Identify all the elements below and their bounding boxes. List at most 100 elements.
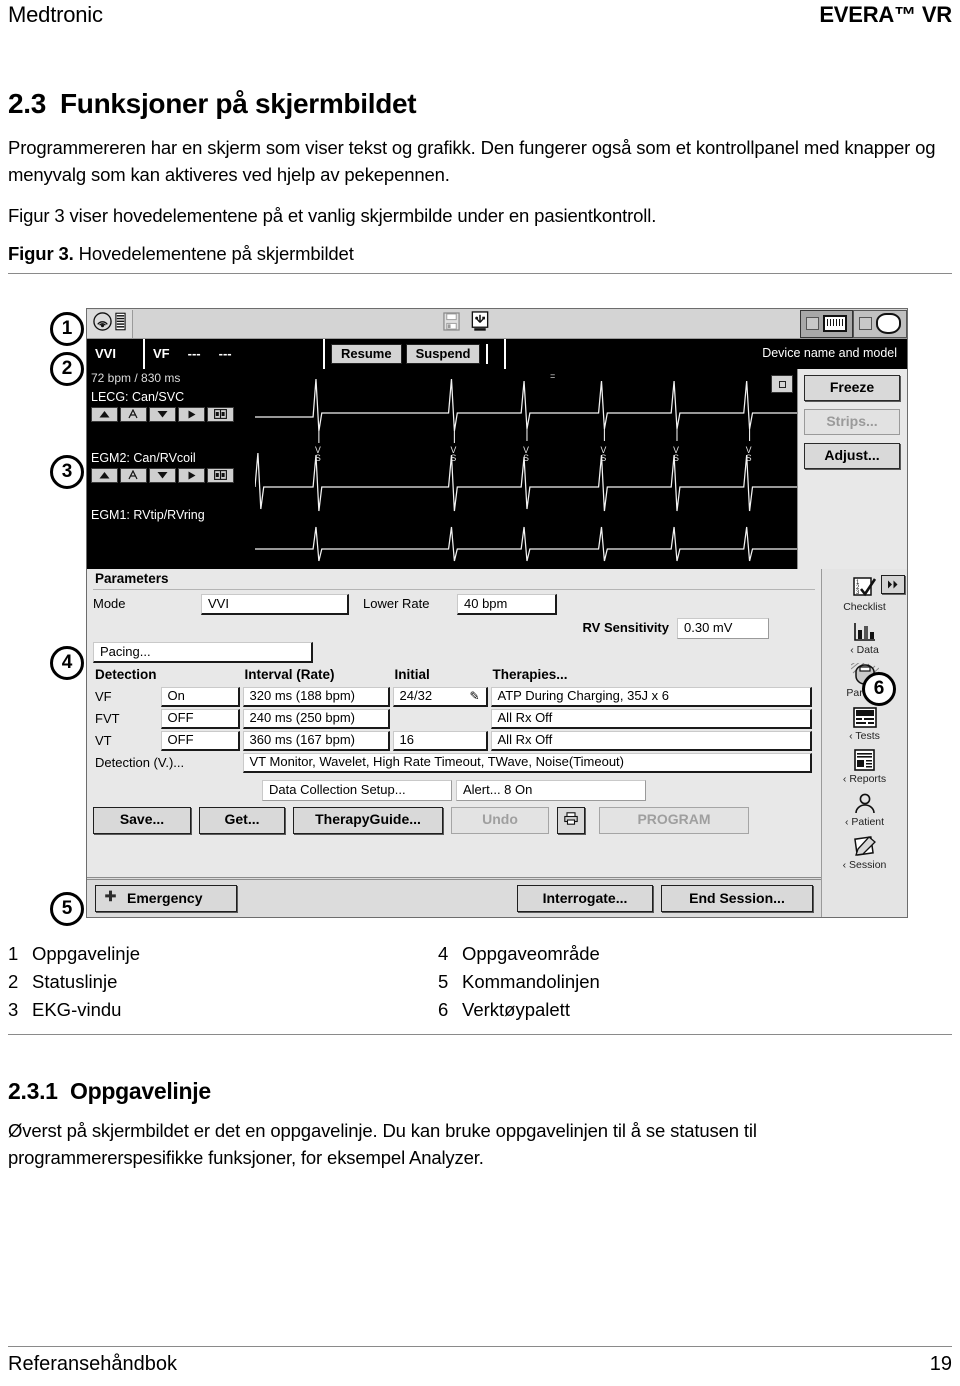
detection-header-3[interactable]: Therapies... <box>491 666 815 686</box>
palette-label-checklist: Checklist <box>843 601 886 613</box>
palette-item-patient[interactable]: ‹ Patient <box>822 790 907 828</box>
palette-label-data: ‹ Data <box>850 644 879 656</box>
legend-label: Statuslinje <box>32 971 118 992</box>
save-button[interactable]: Save... <box>93 806 191 834</box>
legend-label: Oppgaveområde <box>462 943 600 964</box>
mode-field[interactable]: VVI <box>201 593 349 615</box>
ecg-maximize-button[interactable] <box>771 375 793 393</box>
subsection-number: 2.3.1 <box>8 1078 58 1104</box>
detection-therapy-field[interactable]: ATP During Charging, 35J x 6 <box>490 686 812 707</box>
detection-interval-field[interactable]: 240 ms (250 bpm) <box>242 708 390 729</box>
auto-gain-icon[interactable] <box>120 406 147 422</box>
status-line: VVI VF --- --- Resume Suspend Device nam… <box>87 339 907 369</box>
session-pencil-icon <box>822 833 907 859</box>
palette-label-reports: ‹ Reports <box>842 773 887 785</box>
legend-item: 4 Oppgaveområde <box>438 940 868 968</box>
play-arrow-icon[interactable] <box>178 467 205 483</box>
emergency-button[interactable]: Emergency <box>95 885 237 912</box>
resume-button[interactable]: Resume <box>331 343 402 365</box>
detection-initial-field[interactable]: 16 <box>392 730 488 751</box>
palette-item-data[interactable]: ‹ Data <box>822 618 907 656</box>
interrogate-button[interactable]: Interrogate... <box>517 885 653 912</box>
detection-v-label[interactable]: Detection (V.)... <box>93 752 243 774</box>
detection-header-1: Interval (Rate) <box>244 666 335 682</box>
program-button[interactable]: PROGRAM <box>599 806 749 834</box>
telemetry-icon[interactable] <box>93 312 112 334</box>
parameters-heading: Parameters <box>95 571 169 586</box>
figure-caption-text: Hovedelementene på skjermbildet <box>78 243 354 264</box>
undo-button[interactable]: Undo <box>451 806 549 834</box>
status-detection-label: VF <box>153 345 170 361</box>
palette-item-session[interactable]: ‹ Session <box>822 833 907 871</box>
end-session-button[interactable]: End Session... <box>661 885 813 912</box>
auto-gain-icon[interactable] <box>120 467 147 483</box>
calipers-icon[interactable] <box>207 467 234 483</box>
legend-label: Kommandolinjen <box>462 971 600 992</box>
up-arrow-icon[interactable] <box>91 406 118 422</box>
page-number: 19 <box>929 1353 952 1375</box>
play-arrow-icon[interactable] <box>178 406 205 422</box>
subsection-paragraph: Øverst på skjermbildet er det en oppgave… <box>8 1120 757 1168</box>
pen-icon: ✎ <box>469 688 480 703</box>
data-collection-setup-button[interactable]: Data Collection Setup... <box>262 779 452 801</box>
freeze-button[interactable]: Freeze <box>804 375 900 401</box>
up-arrow-icon[interactable] <box>91 467 118 483</box>
device-tab[interactable] <box>853 309 907 338</box>
footer-row: Referansehåndbok 19 <box>8 1353 952 1376</box>
floppy-disk-icon[interactable] <box>443 312 460 334</box>
pacing-button[interactable]: Pacing... <box>93 641 313 663</box>
palette-next-button[interactable] <box>881 575 905 594</box>
usb-icon[interactable] <box>470 311 490 335</box>
battery-icon[interactable] <box>115 312 126 334</box>
section-number: 2.3 <box>8 88 47 119</box>
rv-sensitivity-label: RV Sensitivity <box>582 620 669 636</box>
legend-column-left: 1 Oppgavelinje 2 Statuslinje 3 EKG-vindu <box>8 940 438 1024</box>
detection-interval-field[interactable]: 320 ms (188 bpm) <box>242 686 390 707</box>
print-button[interactable] <box>557 806 585 834</box>
callout-3: 3 <box>50 455 84 489</box>
figure-caption-label: Figur 3. <box>8 243 74 264</box>
legend-label: EKG-vindu <box>32 999 122 1020</box>
mode-label: Mode <box>93 596 126 612</box>
patient-person-icon <box>822 790 907 816</box>
adjust-button[interactable]: Adjust... <box>804 443 900 469</box>
legend-item: 6 Verktøypalett <box>438 996 868 1024</box>
calipers-icon[interactable] <box>207 406 234 422</box>
suspend-button[interactable]: Suspend <box>405 343 481 365</box>
legend-number: 6 <box>438 999 449 1020</box>
detection-onoff-field[interactable]: OFF <box>160 708 240 729</box>
get-button[interactable]: Get... <box>199 806 285 834</box>
palette-item-tests[interactable]: ‹ Tests <box>822 704 907 742</box>
strips-button[interactable]: Strips... <box>804 409 900 435</box>
status-mode: VVI <box>87 339 145 369</box>
legend-columns: 1 Oppgavelinje 2 Statuslinje 3 EKG-vindu… <box>8 940 952 1024</box>
rv-sensitivity-field[interactable]: 0.30 mV <box>677 617 769 639</box>
status-value-1: --- <box>187 345 201 361</box>
table-row: FVT OFF 240 ms (250 bpm) All Rx Off <box>93 708 815 730</box>
ecg-window: 72 bpm / 830 ms LECG: Can/SVC EGM2: Can/… <box>87 369 907 569</box>
down-arrow-icon[interactable] <box>149 467 176 483</box>
ecg-channel-1-controls <box>87 406 255 422</box>
detection-initial-field[interactable]: 24/32 ✎ <box>392 686 488 707</box>
alert-button[interactable]: Alert... 8 On <box>456 779 646 801</box>
detection-onoff-field[interactable]: OFF <box>160 730 240 751</box>
ecg-channel-2-label: EGM2: Can/RVcoil <box>91 450 196 465</box>
therapy-guide-button[interactable]: TherapyGuide... <box>293 806 443 834</box>
detection-header-2: Initial <box>394 666 430 682</box>
subsection-title: 2.3.1 Oppgavelinje <box>8 1078 952 1105</box>
palette-label-session: ‹ Session <box>842 859 887 871</box>
programmer-tab-icon <box>823 315 847 332</box>
tests-monitor-icon <box>822 704 907 730</box>
detection-onoff-field[interactable]: On <box>160 686 240 707</box>
detection-therapy-field[interactable]: All Rx Off <box>490 708 812 729</box>
print-icon <box>564 812 578 828</box>
detection-therapy-field[interactable]: All Rx Off <box>490 730 812 751</box>
programmer-tab[interactable] <box>800 309 853 338</box>
legend-number: 5 <box>438 971 449 992</box>
detection-v-field[interactable]: VT Monitor, Wavelet, High Rate Timeout, … <box>242 752 812 773</box>
lower-rate-field[interactable]: 40 bpm <box>457 593 557 615</box>
callout-1: 1 <box>50 312 84 346</box>
down-arrow-icon[interactable] <box>149 406 176 422</box>
detection-interval-field[interactable]: 360 ms (167 bpm) <box>242 730 390 751</box>
palette-item-reports[interactable]: ‹ Reports <box>822 747 907 785</box>
